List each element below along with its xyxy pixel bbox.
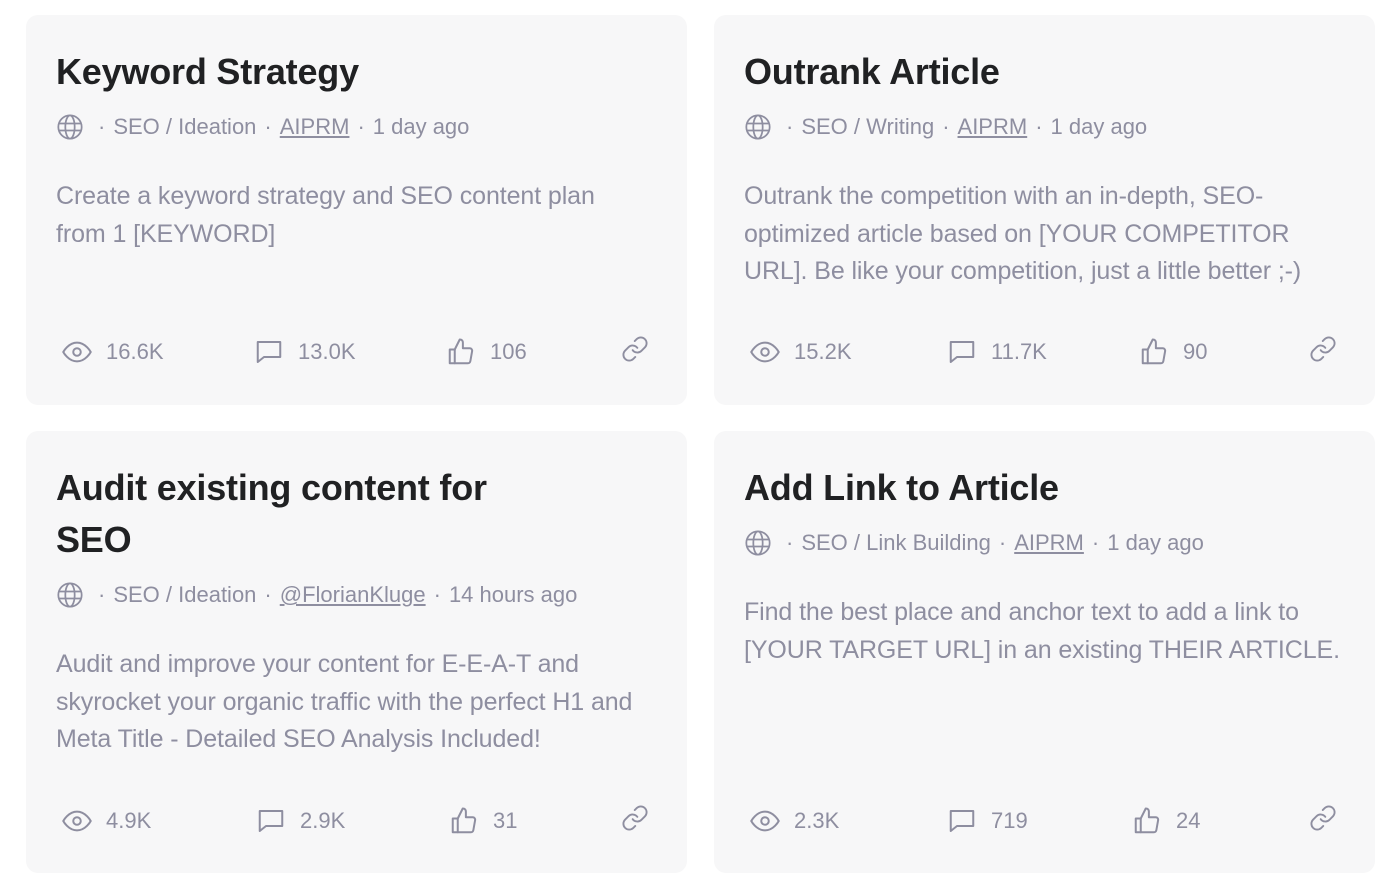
link-icon bbox=[621, 335, 649, 369]
thumbs-up-icon[interactable] bbox=[449, 806, 479, 836]
prompt-title[interactable]: Add Link to Article bbox=[744, 462, 1345, 514]
separator: · bbox=[264, 582, 272, 607]
link-icon bbox=[621, 804, 649, 838]
likes-stat[interactable]: 106 bbox=[446, 332, 527, 372]
prompt-category: SEO / Writing bbox=[801, 114, 935, 139]
likes-count: 24 bbox=[1176, 808, 1201, 833]
separator: · bbox=[998, 530, 1007, 555]
separator: · bbox=[1091, 530, 1100, 555]
prompt-description: Find the best place and anchor text to a… bbox=[744, 598, 1340, 664]
separator: · bbox=[264, 114, 272, 139]
link-icon bbox=[1309, 804, 1337, 838]
prompt-description: Outrank the competition with an in-depth… bbox=[744, 182, 1302, 285]
author-link[interactable]: AIPRM bbox=[280, 114, 350, 140]
globe-icon bbox=[744, 529, 772, 557]
comments-stat: 2.9K bbox=[256, 801, 345, 841]
separator: · bbox=[98, 114, 106, 139]
prompt-meta: · SEO / Ideation · @FlorianKluge · 14 ho… bbox=[56, 578, 657, 612]
prompt-category: SEO / Ideation bbox=[113, 582, 257, 607]
prompt-category: SEO / Link Building bbox=[801, 530, 991, 555]
eye-icon bbox=[62, 806, 92, 836]
separator: · bbox=[786, 114, 794, 139]
copy-link-button[interactable] bbox=[1309, 332, 1337, 372]
prompt-title[interactable]: Outrank Article bbox=[744, 46, 1345, 98]
link-icon bbox=[1309, 335, 1337, 369]
separator: · bbox=[357, 114, 365, 139]
likes-stat[interactable]: 90 bbox=[1139, 332, 1207, 372]
prompt-stats: 4.9K 2.9K 31 bbox=[56, 801, 657, 841]
separator: · bbox=[786, 530, 794, 555]
prompt-meta: · SEO / Writing · AIPRM · 1 day ago bbox=[744, 110, 1345, 144]
eye-icon bbox=[62, 337, 92, 367]
prompt-card[interactable]: Keyword Strategy · SEO / Ideation · AIPR… bbox=[26, 15, 687, 405]
views-stat: 16.6K bbox=[62, 332, 164, 372]
prompt-card[interactable]: Outrank Article · SEO / Writing · AIPRM … bbox=[714, 15, 1375, 405]
copy-link-button[interactable] bbox=[621, 801, 649, 841]
prompt-card[interactable]: Add Link to Article · SEO / Link Buildin… bbox=[714, 431, 1375, 873]
eye-icon bbox=[750, 806, 780, 836]
copy-link-button[interactable] bbox=[621, 332, 649, 372]
prompt-category: SEO / Ideation bbox=[113, 114, 257, 139]
thumbs-up-icon[interactable] bbox=[1139, 337, 1169, 367]
prompt-card[interactable]: Audit existing content for SEO · SEO / I… bbox=[26, 431, 687, 873]
globe-icon bbox=[56, 581, 84, 609]
views-stat: 2.3K bbox=[750, 801, 839, 841]
views-count: 4.9K bbox=[106, 808, 152, 833]
copy-link-button[interactable] bbox=[1309, 801, 1337, 841]
comments-stat: 13.0K bbox=[254, 332, 356, 372]
views-count: 16.6K bbox=[106, 339, 164, 364]
prompt-meta: · SEO / Ideation · AIPRM · 1 day ago bbox=[56, 110, 657, 144]
views-stat: 4.9K bbox=[62, 801, 151, 841]
prompt-time: 1 day ago bbox=[1107, 530, 1204, 555]
comment-icon bbox=[947, 337, 977, 367]
prompt-stats: 16.6K 13.0K 106 bbox=[56, 332, 657, 372]
comments-count: 13.0K bbox=[298, 339, 356, 364]
likes-count: 106 bbox=[490, 339, 527, 364]
views-stat: 15.2K bbox=[750, 332, 852, 372]
prompt-stats: 15.2K 11.7K 90 bbox=[744, 332, 1345, 372]
comments-count: 2.9K bbox=[300, 808, 346, 833]
thumbs-up-icon[interactable] bbox=[446, 337, 476, 367]
views-count: 15.2K bbox=[794, 339, 852, 364]
views-count: 2.3K bbox=[794, 808, 840, 833]
comment-icon bbox=[947, 806, 977, 836]
author-link[interactable]: AIPRM bbox=[1014, 530, 1084, 556]
prompt-title[interactable]: Keyword Strategy bbox=[56, 46, 657, 98]
eye-icon bbox=[750, 337, 780, 367]
prompt-time: 1 day ago bbox=[372, 114, 470, 139]
likes-stat[interactable]: 24 bbox=[1132, 801, 1200, 841]
prompt-title[interactable]: Audit existing content for SEO bbox=[56, 462, 526, 566]
separator: · bbox=[942, 114, 950, 139]
likes-count: 90 bbox=[1183, 339, 1208, 364]
globe-icon bbox=[56, 113, 84, 141]
author-link[interactable]: AIPRM bbox=[958, 114, 1028, 140]
comments-count: 719 bbox=[991, 808, 1028, 833]
likes-stat[interactable]: 31 bbox=[449, 801, 517, 841]
prompt-description: Create a keyword strategy and SEO conten… bbox=[56, 182, 595, 248]
separator: · bbox=[98, 582, 106, 607]
prompt-stats: 2.3K 719 24 bbox=[744, 801, 1345, 841]
prompt-time: 14 hours ago bbox=[448, 582, 578, 607]
separator: · bbox=[433, 582, 441, 607]
prompt-description: Audit and improve your content for E-E-A… bbox=[56, 650, 633, 753]
author-link[interactable]: @FlorianKluge bbox=[280, 582, 426, 608]
prompt-time: 1 day ago bbox=[1050, 114, 1148, 139]
comment-icon bbox=[254, 337, 284, 367]
globe-icon bbox=[744, 113, 772, 141]
comment-icon bbox=[256, 806, 286, 836]
comments-stat: 719 bbox=[947, 801, 1028, 841]
comments-stat: 11.7K bbox=[947, 332, 1047, 372]
likes-count: 31 bbox=[493, 808, 518, 833]
separator: · bbox=[1035, 114, 1043, 139]
prompt-meta: · SEO / Link Building · AIPRM · 1 day ag… bbox=[744, 526, 1345, 560]
thumbs-up-icon[interactable] bbox=[1132, 806, 1162, 836]
comments-count: 11.7K bbox=[991, 339, 1047, 364]
